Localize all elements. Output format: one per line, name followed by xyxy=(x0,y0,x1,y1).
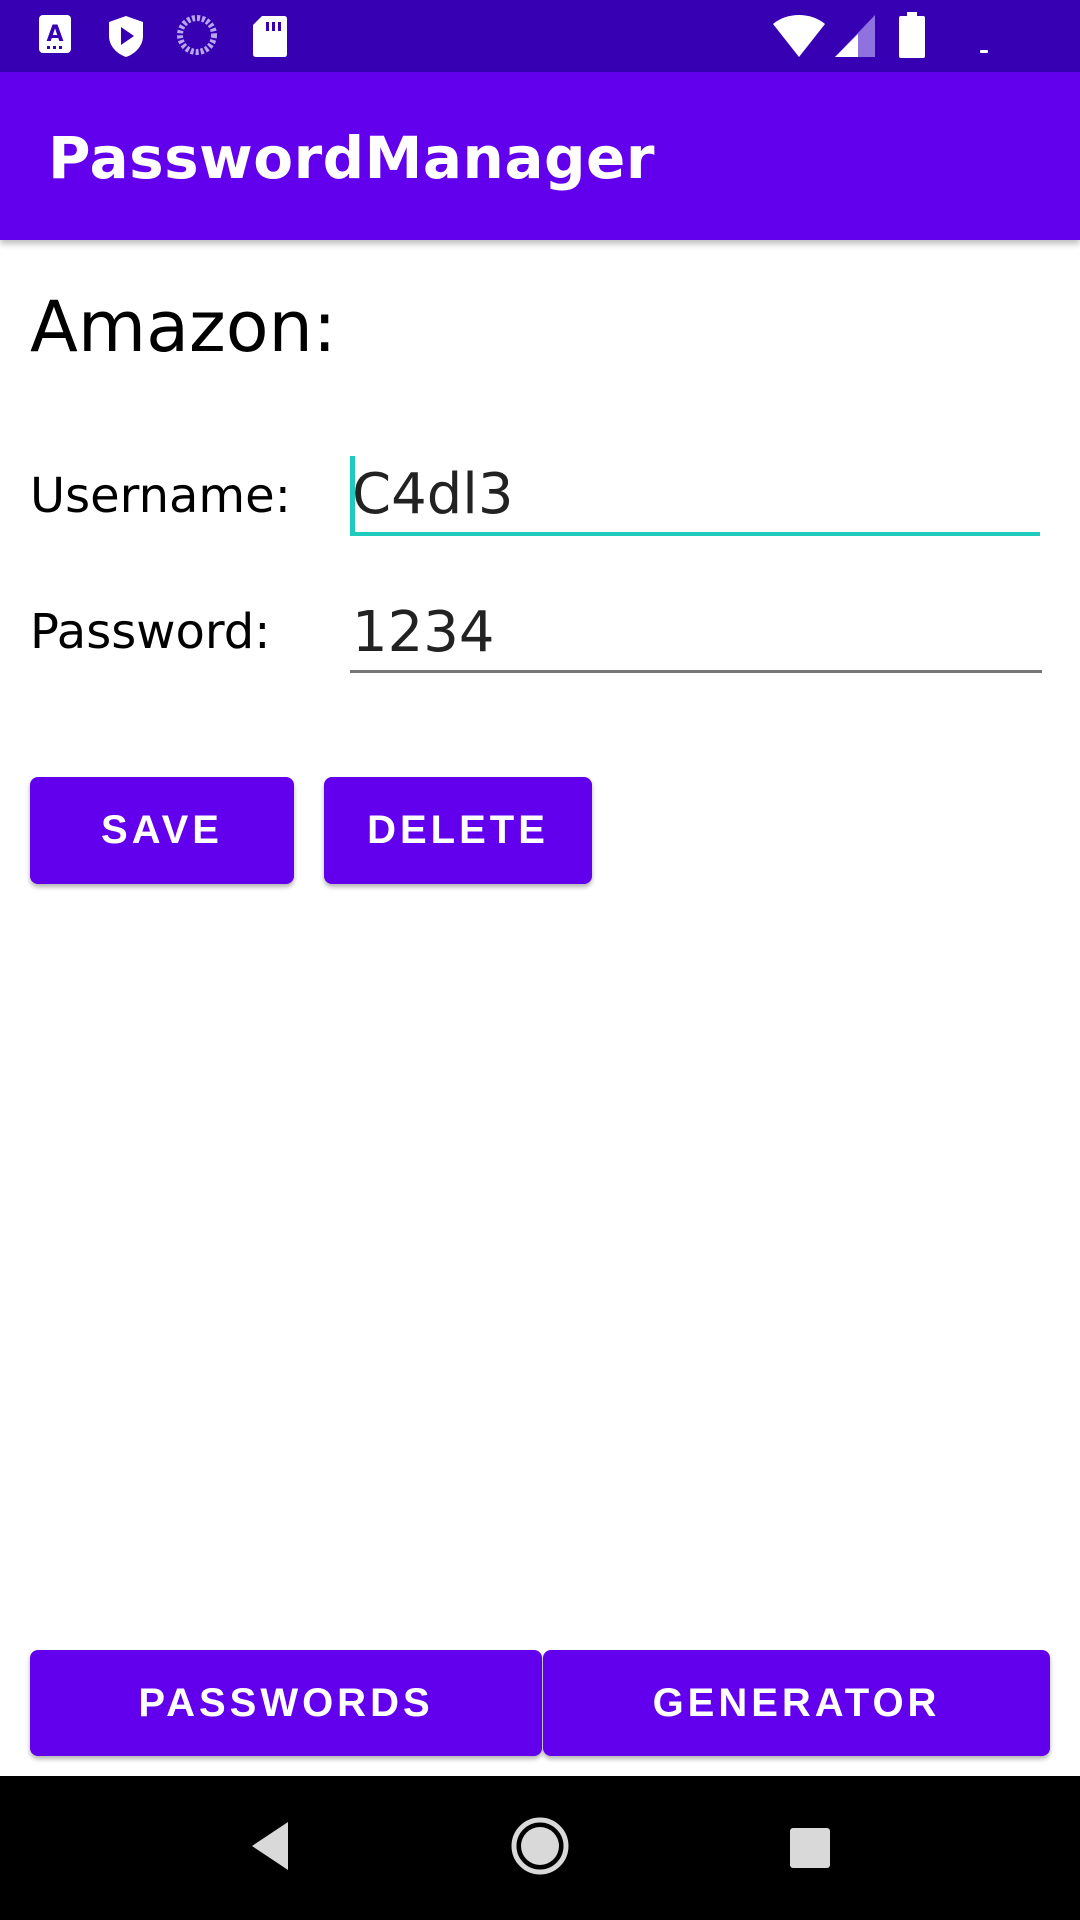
battery-icon xyxy=(899,12,925,58)
notification-dot xyxy=(980,50,988,53)
username-label: Username: xyxy=(30,468,291,524)
delete-button[interactable]: DELETE xyxy=(324,777,592,884)
sync-icon xyxy=(177,15,217,55)
system-nav-bar xyxy=(0,1776,1080,1920)
app-title: PasswordManager xyxy=(48,124,655,192)
username-input[interactable] xyxy=(350,456,1040,532)
app-bar: PasswordManager xyxy=(0,72,1080,240)
back-icon[interactable] xyxy=(250,1820,290,1872)
password-field-container xyxy=(350,594,1042,673)
font-icon: A xyxy=(39,15,71,53)
svg-text:A: A xyxy=(46,22,63,47)
status-bar: A xyxy=(0,0,1080,72)
home-icon[interactable] xyxy=(510,1816,570,1876)
username-field-container xyxy=(350,456,1040,536)
recent-apps-icon[interactable] xyxy=(790,1828,830,1868)
passwords-tab-button[interactable]: PASSWORDS xyxy=(30,1650,542,1756)
play-shield-icon xyxy=(109,16,143,57)
password-input[interactable] xyxy=(350,594,1042,670)
password-label: Password: xyxy=(30,604,271,660)
signal-icon xyxy=(835,15,875,57)
save-button[interactable]: SAVE xyxy=(30,777,294,884)
text-cursor xyxy=(350,456,355,532)
sd-card-icon xyxy=(253,16,287,57)
generator-tab-button[interactable]: GENERATOR xyxy=(543,1650,1050,1756)
entry-title: Amazon: xyxy=(30,286,337,368)
wifi-icon xyxy=(773,15,825,57)
